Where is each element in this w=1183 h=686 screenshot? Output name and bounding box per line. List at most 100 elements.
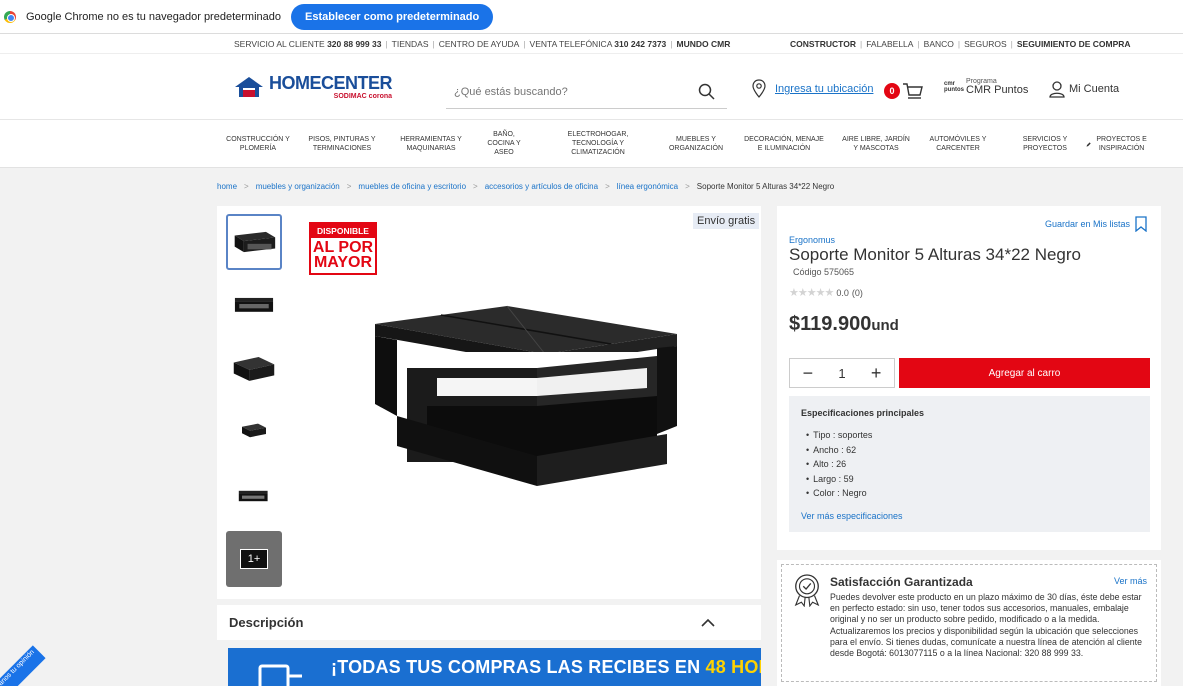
product-rating[interactable]: ★★★★★ 0.0 (0)	[789, 286, 863, 299]
util-link-constructor[interactable]: CONSTRUCTOR	[790, 39, 856, 49]
util-link-falabella[interactable]: FALABELLA	[866, 39, 913, 49]
breadcrumb-muebles[interactable]: muebles y organización	[256, 182, 340, 191]
logo-subtext: SODIMAC corona	[333, 93, 393, 100]
product-thumbnail-image	[234, 231, 276, 253]
search-input[interactable]	[446, 85, 697, 98]
category-construccion[interactable]: CONSTRUCCIÓN Y PLOMERÍA	[225, 136, 291, 154]
cart-icon	[903, 83, 923, 99]
cmr-label: CMR Puntos	[966, 84, 1029, 96]
bookmark-icon	[1135, 216, 1147, 232]
feedback-tab[interactable]: Danos tu opinión	[0, 645, 46, 686]
util-link-seguimiento[interactable]: SEGUIMIENTO DE COMPRA	[1017, 39, 1131, 49]
location-link[interactable]: Ingresa tu ubicación	[775, 83, 873, 95]
breadcrumb-accesorios[interactable]: accesorios y artículos de oficina	[485, 182, 598, 191]
satisfaction-text: Puedes devolver este producto en un plaz…	[830, 592, 1143, 659]
gallery-thumbnail[interactable]	[226, 214, 282, 270]
gallery-thumbnail[interactable]	[226, 402, 282, 458]
account-menu[interactable]: Mi Cuenta	[1049, 80, 1119, 98]
more-images-button[interactable]: 1+	[226, 531, 282, 587]
description-accordion[interactable]: Descripción	[217, 605, 761, 640]
product-price: $119.900und	[789, 313, 899, 335]
chrome-default-browser-infobar: Google Chrome no es tu navegador predete…	[0, 0, 1183, 34]
rating-count: (0)	[851, 287, 863, 298]
util-link-ayuda[interactable]: CENTRO DE AYUDA	[439, 39, 520, 49]
gallery-thumbnail[interactable]	[226, 276, 282, 332]
spec-item: Color : Negro	[806, 486, 1138, 501]
description-title: Descripción	[229, 615, 304, 630]
util-link-venta[interactable]: VENTA TELEFÓNICA 310 242 7373	[530, 39, 667, 49]
homecenter-logo[interactable]: HOMECENTER SODIMAC corona	[234, 73, 393, 100]
envio-gratis-badge: Envío gratis	[693, 213, 760, 229]
search-box	[446, 75, 727, 109]
breadcrumb: home > muebles y organización > muebles de…	[217, 182, 835, 191]
category-aire-libre[interactable]: AIRE LIBRE, JARDÍN Y MASCOTAS	[840, 136, 912, 154]
product-gallery: 1+ DISPONIBLE AL POR MAYOR Envío gratis	[217, 206, 761, 599]
quantity-value[interactable]: 1	[838, 366, 845, 381]
satisfaction-more-link[interactable]: Ver más	[1114, 576, 1147, 586]
category-decoracion[interactable]: DECORACIÓN, MENAJE E ILUMINACIÓN	[741, 136, 827, 154]
chevron-up-icon[interactable]	[701, 618, 715, 628]
category-electrohogar[interactable]: ELECTROHOGAR, TECNOLOGÍA Y CLIMATIZACIÓN	[562, 131, 634, 157]
gallery-thumbnail[interactable]	[226, 340, 282, 396]
util-link-servicio[interactable]: SERVICIO AL CLIENTE 320 88 999 33	[234, 39, 381, 49]
util-link-mundo-cmr[interactable]: MUNDO CMR	[677, 39, 731, 49]
cmr-puntos[interactable]: cmr puntos Programa CMR Puntos	[944, 78, 1028, 96]
account-label: Mi Cuenta	[1069, 83, 1120, 95]
spec-item: Tipo : soportes	[806, 428, 1138, 443]
util-link-tiendas[interactable]: TIENDAS	[392, 39, 429, 49]
pencil-icon	[1086, 142, 1091, 147]
logo-text: HOMECENTER	[269, 73, 393, 93]
set-default-button[interactable]: Establecer como predeterminado	[291, 3, 494, 30]
specs-title: Especificaciones principales	[801, 408, 925, 418]
chrome-icon	[4, 10, 16, 23]
utility-bar: SERVICIO AL CLIENTE 320 88 999 33 | TIEN…	[0, 34, 1183, 54]
spec-item: Ancho : 62	[806, 443, 1138, 458]
breadcrumb-current: Soporte Monitor 5 Alturas 34*22 Negro	[696, 182, 835, 191]
banner-text: ¡TODAS TUS COMPRAS LAS RECIBES EN 48 HOR…	[331, 656, 761, 677]
category-herramientas[interactable]: HERRAMIENTAS Y MAQUINARIAS	[395, 136, 467, 154]
quantity-stepper: − 1 +	[789, 358, 895, 388]
category-pisos[interactable]: PISOS, PINTURAS Y TERMINACIONES	[304, 136, 380, 154]
house-logo-icon	[235, 77, 263, 97]
infobar-message: Google Chrome no es tu navegador predete…	[26, 10, 281, 23]
decrease-quantity-button[interactable]: −	[803, 363, 814, 384]
product-brand[interactable]: Ergonomus	[789, 235, 835, 245]
promo-banner[interactable]: ¡TODAS TUS COMPRAS LAS RECIBES EN 48 HOR…	[228, 648, 761, 686]
satisfaction-guarantee: Satisfacción Garantizada Ver más Puedes …	[777, 560, 1161, 686]
disponible-al-por-mayor-badge: DISPONIBLE AL POR MAYOR	[309, 222, 377, 276]
category-automoviles[interactable]: AUTOMÓVILES Y CARCENTER	[926, 136, 990, 154]
truck-icon	[258, 664, 302, 686]
save-to-list-button[interactable]: Guardar en Mis listas	[1045, 216, 1148, 232]
breadcrumb-linea[interactable]: línea ergonómica	[617, 182, 678, 191]
spec-item: Largo : 59	[806, 472, 1138, 487]
add-to-cart-button[interactable]: Agregar al carro	[899, 358, 1150, 388]
search-icon[interactable]	[697, 82, 717, 102]
more-specs-link[interactable]: Ver más especificaciones	[801, 511, 903, 521]
product-title: Soporte Monitor 5 Alturas 34*22 Negro	[789, 245, 1082, 264]
guarantee-seal-icon	[794, 574, 820, 607]
category-muebles[interactable]: MUEBLES Y ORGANIZACIÓN	[666, 136, 726, 154]
product-code: Código 575065	[793, 267, 855, 277]
cart-button[interactable]: 0	[884, 81, 924, 101]
util-link-banco[interactable]: BANCO	[924, 39, 954, 49]
location-pin-icon	[752, 79, 766, 98]
cart-count-badge: 0	[884, 83, 900, 99]
price-unit: und	[871, 317, 899, 334]
increase-quantity-button[interactable]: +	[871, 363, 882, 384]
satisfaction-title: Satisfacción Garantizada	[830, 575, 973, 589]
category-proyectos[interactable]: PROYECTOS E INSPIRACIÓN	[1086, 136, 1150, 154]
product-main-image[interactable]	[367, 296, 687, 496]
rating-value: 0.0	[836, 287, 849, 298]
gallery-thumbnail[interactable]	[226, 466, 282, 522]
main-specs: Especificaciones principales Tipo : sopo…	[789, 396, 1150, 532]
more-images-label: 1+	[239, 549, 269, 569]
util-link-seguros[interactable]: SEGUROS	[964, 39, 1007, 49]
category-bano[interactable]: BAÑO, COCINA Y ASEO	[484, 131, 524, 157]
product-info-panel: Guardar en Mis listas Ergonomus Soporte …	[777, 206, 1161, 550]
spec-item: Alto : 26	[806, 457, 1138, 472]
breadcrumb-home[interactable]: home	[217, 182, 237, 191]
category-servicios[interactable]: SERVICIOS Y PROYECTOS	[1016, 136, 1074, 154]
breadcrumb-oficina[interactable]: muebles de oficina y escritorio	[358, 182, 466, 191]
location-selector[interactable]: Ingresa tu ubicación	[751, 79, 873, 99]
cmr-logo-icon: cmr puntos	[944, 81, 964, 93]
